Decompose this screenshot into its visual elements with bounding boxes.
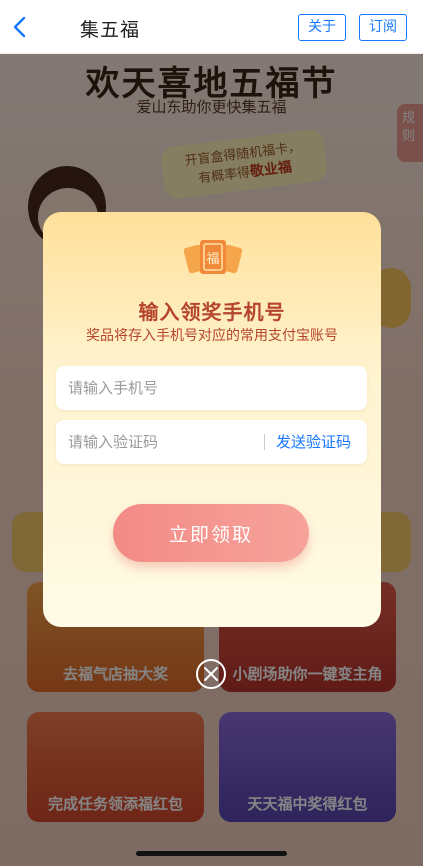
- send-code-button[interactable]: 发送验证码: [276, 420, 351, 464]
- close-modal-button[interactable]: [196, 659, 226, 689]
- nav-bar: 集五福 关于 订阅: [0, 0, 423, 54]
- svg-text:福: 福: [206, 252, 219, 267]
- back-icon[interactable]: [10, 14, 36, 40]
- home-indicator: [136, 851, 287, 856]
- modal-title: 输入领奖手机号: [138, 300, 286, 324]
- modal-subtitle: 奖品将存入手机号对应的常用支付宝账号: [86, 328, 338, 344]
- phone-field: [56, 366, 367, 410]
- page-title: 集五福: [80, 19, 141, 41]
- phone-claim-modal: 福 输入领奖手机号 奖品将存入手机号对应的常用支付宝账号 发送验证码 立即领取: [43, 212, 381, 627]
- claim-now-button[interactable]: 立即领取: [113, 504, 309, 562]
- fortune-cards-icon: 福: [182, 236, 244, 276]
- phone-input[interactable]: [68, 366, 358, 410]
- code-field: 发送验证码: [56, 420, 367, 464]
- divider: [264, 434, 265, 450]
- close-icon: [204, 667, 218, 681]
- subscribe-button[interactable]: 订阅: [359, 14, 407, 41]
- about-button[interactable]: 关于: [298, 14, 346, 41]
- verification-code-input[interactable]: [68, 420, 258, 464]
